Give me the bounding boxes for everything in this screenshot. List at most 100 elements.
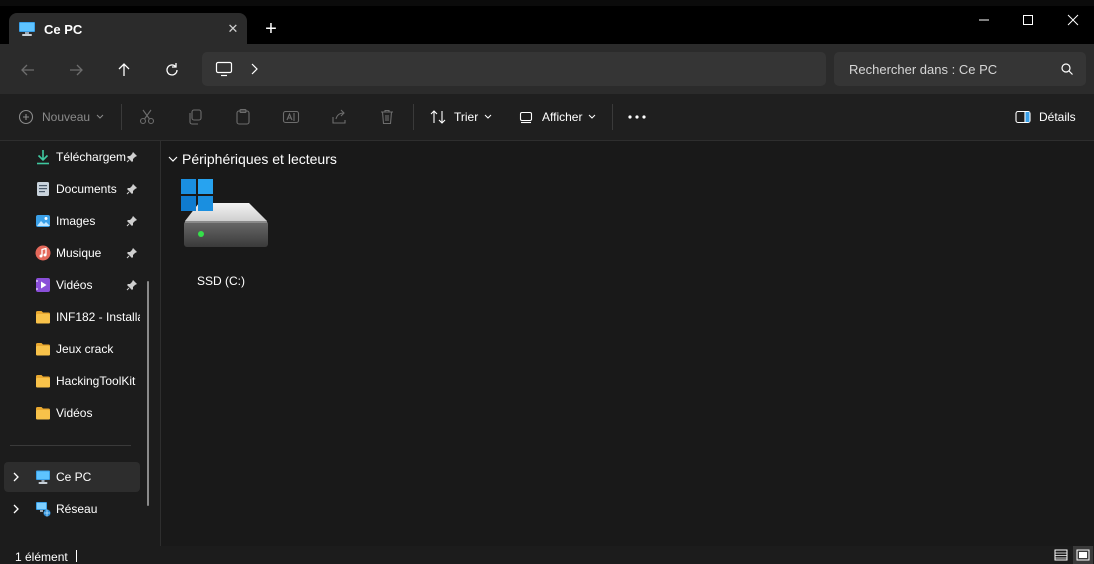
- download-icon: [37, 150, 49, 165]
- details-pane-button[interactable]: Détails: [1015, 94, 1076, 140]
- minimize-icon: [979, 19, 989, 21]
- documents-icon: [37, 182, 49, 196]
- sidebar-item-label: Vidéos: [56, 406, 93, 420]
- more-icon: [628, 115, 646, 119]
- images-icon: [36, 215, 50, 227]
- sidebar-item-images[interactable]: Images: [0, 206, 148, 236]
- rename-icon: [282, 110, 300, 124]
- more-options-button[interactable]: [628, 94, 646, 140]
- paste-button[interactable]: [234, 94, 252, 140]
- pin-icon[interactable]: [126, 151, 138, 163]
- details-view-button[interactable]: [1051, 546, 1071, 564]
- sidebar-item-network[interactable]: Réseau: [0, 494, 148, 524]
- search-placeholder: Rechercher dans : Ce PC: [849, 62, 998, 77]
- chevron-right-icon[interactable]: [249, 62, 259, 76]
- toolbar-divider: [121, 104, 122, 130]
- status-bar: 1 élément: [0, 546, 1094, 564]
- sidebar-item-folder-inf182[interactable]: INF182 - Installa: [0, 302, 148, 332]
- chevron-down-icon: [589, 114, 596, 119]
- view-button[interactable]: Afficher: [519, 94, 596, 140]
- search-icon: [1061, 63, 1073, 75]
- forward-button[interactable]: [63, 57, 89, 83]
- drive-label: SSD (C:): [197, 274, 245, 288]
- large-icons-view-button[interactable]: [1073, 546, 1093, 564]
- scissors-icon: [139, 109, 155, 125]
- close-window-button[interactable]: [1050, 6, 1094, 34]
- sidebar-item-label: Réseau: [56, 502, 98, 516]
- tab-ce-pc[interactable]: Ce PC ✕: [9, 13, 247, 45]
- refresh-icon: [166, 63, 178, 76]
- pin-icon[interactable]: [126, 215, 138, 227]
- plus-circle-icon: [18, 109, 34, 125]
- chevron-right-icon[interactable]: [12, 503, 20, 515]
- videos-icon: [36, 278, 50, 292]
- cut-button[interactable]: [138, 94, 156, 140]
- tab-title: Ce PC: [44, 22, 83, 37]
- sort-label: Trier: [454, 110, 479, 124]
- sidebar-item-label: Jeux crack: [56, 342, 114, 356]
- maximize-icon: [1023, 15, 1033, 25]
- title-bar: Ce PC ✕ +: [0, 0, 1094, 45]
- view-icon: [519, 111, 533, 124]
- details-label: Détails: [1039, 110, 1076, 124]
- sidebar-item-this-pc[interactable]: Ce PC: [4, 462, 140, 492]
- sidebar-scrollbar[interactable]: [147, 281, 149, 506]
- sidebar-item-folder-hackingtoolkit[interactable]: HackingToolKit: [0, 366, 148, 396]
- sidebar-item-folder-jeux-crack[interactable]: Jeux crack: [0, 334, 148, 364]
- folder-icon: [36, 343, 50, 356]
- sidebar-divider: [10, 445, 131, 446]
- details-pane-icon: [1015, 110, 1031, 124]
- command-bar: Nouveau Trier Afficher Détails: [0, 94, 1094, 141]
- maximize-button[interactable]: [1005, 6, 1051, 34]
- toolbar-divider: [612, 104, 613, 130]
- address-input[interactable]: [202, 52, 826, 86]
- sidebar-item-folder-videos[interactable]: Vidéos: [0, 398, 148, 428]
- up-button[interactable]: [111, 57, 137, 83]
- view-label: Afficher: [542, 110, 583, 124]
- folder-icon: [36, 311, 50, 324]
- close-tab-button[interactable]: ✕: [222, 18, 244, 40]
- sidebar-item-label: INF182 - Installa: [56, 310, 140, 324]
- title-bar-edge: [0, 0, 1094, 6]
- sort-icon: [430, 110, 446, 124]
- sidebar-item-documents[interactable]: Documents: [0, 174, 148, 204]
- content-area: Périphériques et lecteurs SSD (C:): [161, 141, 1094, 546]
- sidebar-item-downloads[interactable]: Téléchargem: [0, 142, 148, 172]
- chevron-down-icon: [96, 114, 104, 119]
- sidebar-item-label: HackingToolKit: [56, 374, 136, 388]
- back-button[interactable]: [15, 57, 41, 83]
- refresh-button[interactable]: [159, 57, 185, 83]
- pin-icon[interactable]: [126, 279, 138, 291]
- search-input[interactable]: Rechercher dans : Ce PC: [834, 52, 1086, 86]
- tiles-view-icon: [1076, 549, 1090, 561]
- share-button[interactable]: [330, 94, 348, 140]
- pin-icon[interactable]: [126, 247, 138, 259]
- sidebar-item-music[interactable]: Musique: [0, 238, 148, 268]
- pin-icon[interactable]: [126, 183, 138, 195]
- arrow-left-icon: [21, 64, 34, 76]
- rename-button[interactable]: [282, 94, 300, 140]
- close-icon: [1067, 14, 1079, 26]
- chevron-down-icon[interactable]: [168, 155, 178, 163]
- copy-button[interactable]: [186, 94, 204, 140]
- arrow-right-icon: [70, 64, 83, 76]
- sidebar-item-videos[interactable]: Vidéos: [0, 270, 148, 300]
- navigation-bar: Rechercher dans : Ce PC: [0, 44, 1094, 94]
- delete-button[interactable]: [378, 94, 396, 140]
- new-tab-button[interactable]: +: [259, 15, 283, 43]
- minimize-button[interactable]: [961, 6, 1007, 34]
- music-icon: [35, 245, 51, 261]
- status-divider: [76, 550, 77, 562]
- pc-icon: [215, 61, 233, 77]
- new-button[interactable]: Nouveau: [18, 94, 104, 140]
- chevron-right-icon[interactable]: [12, 471, 20, 483]
- copy-icon: [189, 109, 202, 125]
- pc-icon: [19, 22, 35, 36]
- group-header[interactable]: Périphériques et lecteurs: [182, 151, 337, 167]
- windows-drive-icon: [181, 179, 268, 247]
- pc-icon: [36, 470, 50, 484]
- item-count: 1 élément: [15, 550, 68, 564]
- drive-item-c[interactable]: SSD (C:): [179, 177, 268, 288]
- new-label: Nouveau: [42, 110, 91, 124]
- sort-button[interactable]: Trier: [430, 94, 492, 140]
